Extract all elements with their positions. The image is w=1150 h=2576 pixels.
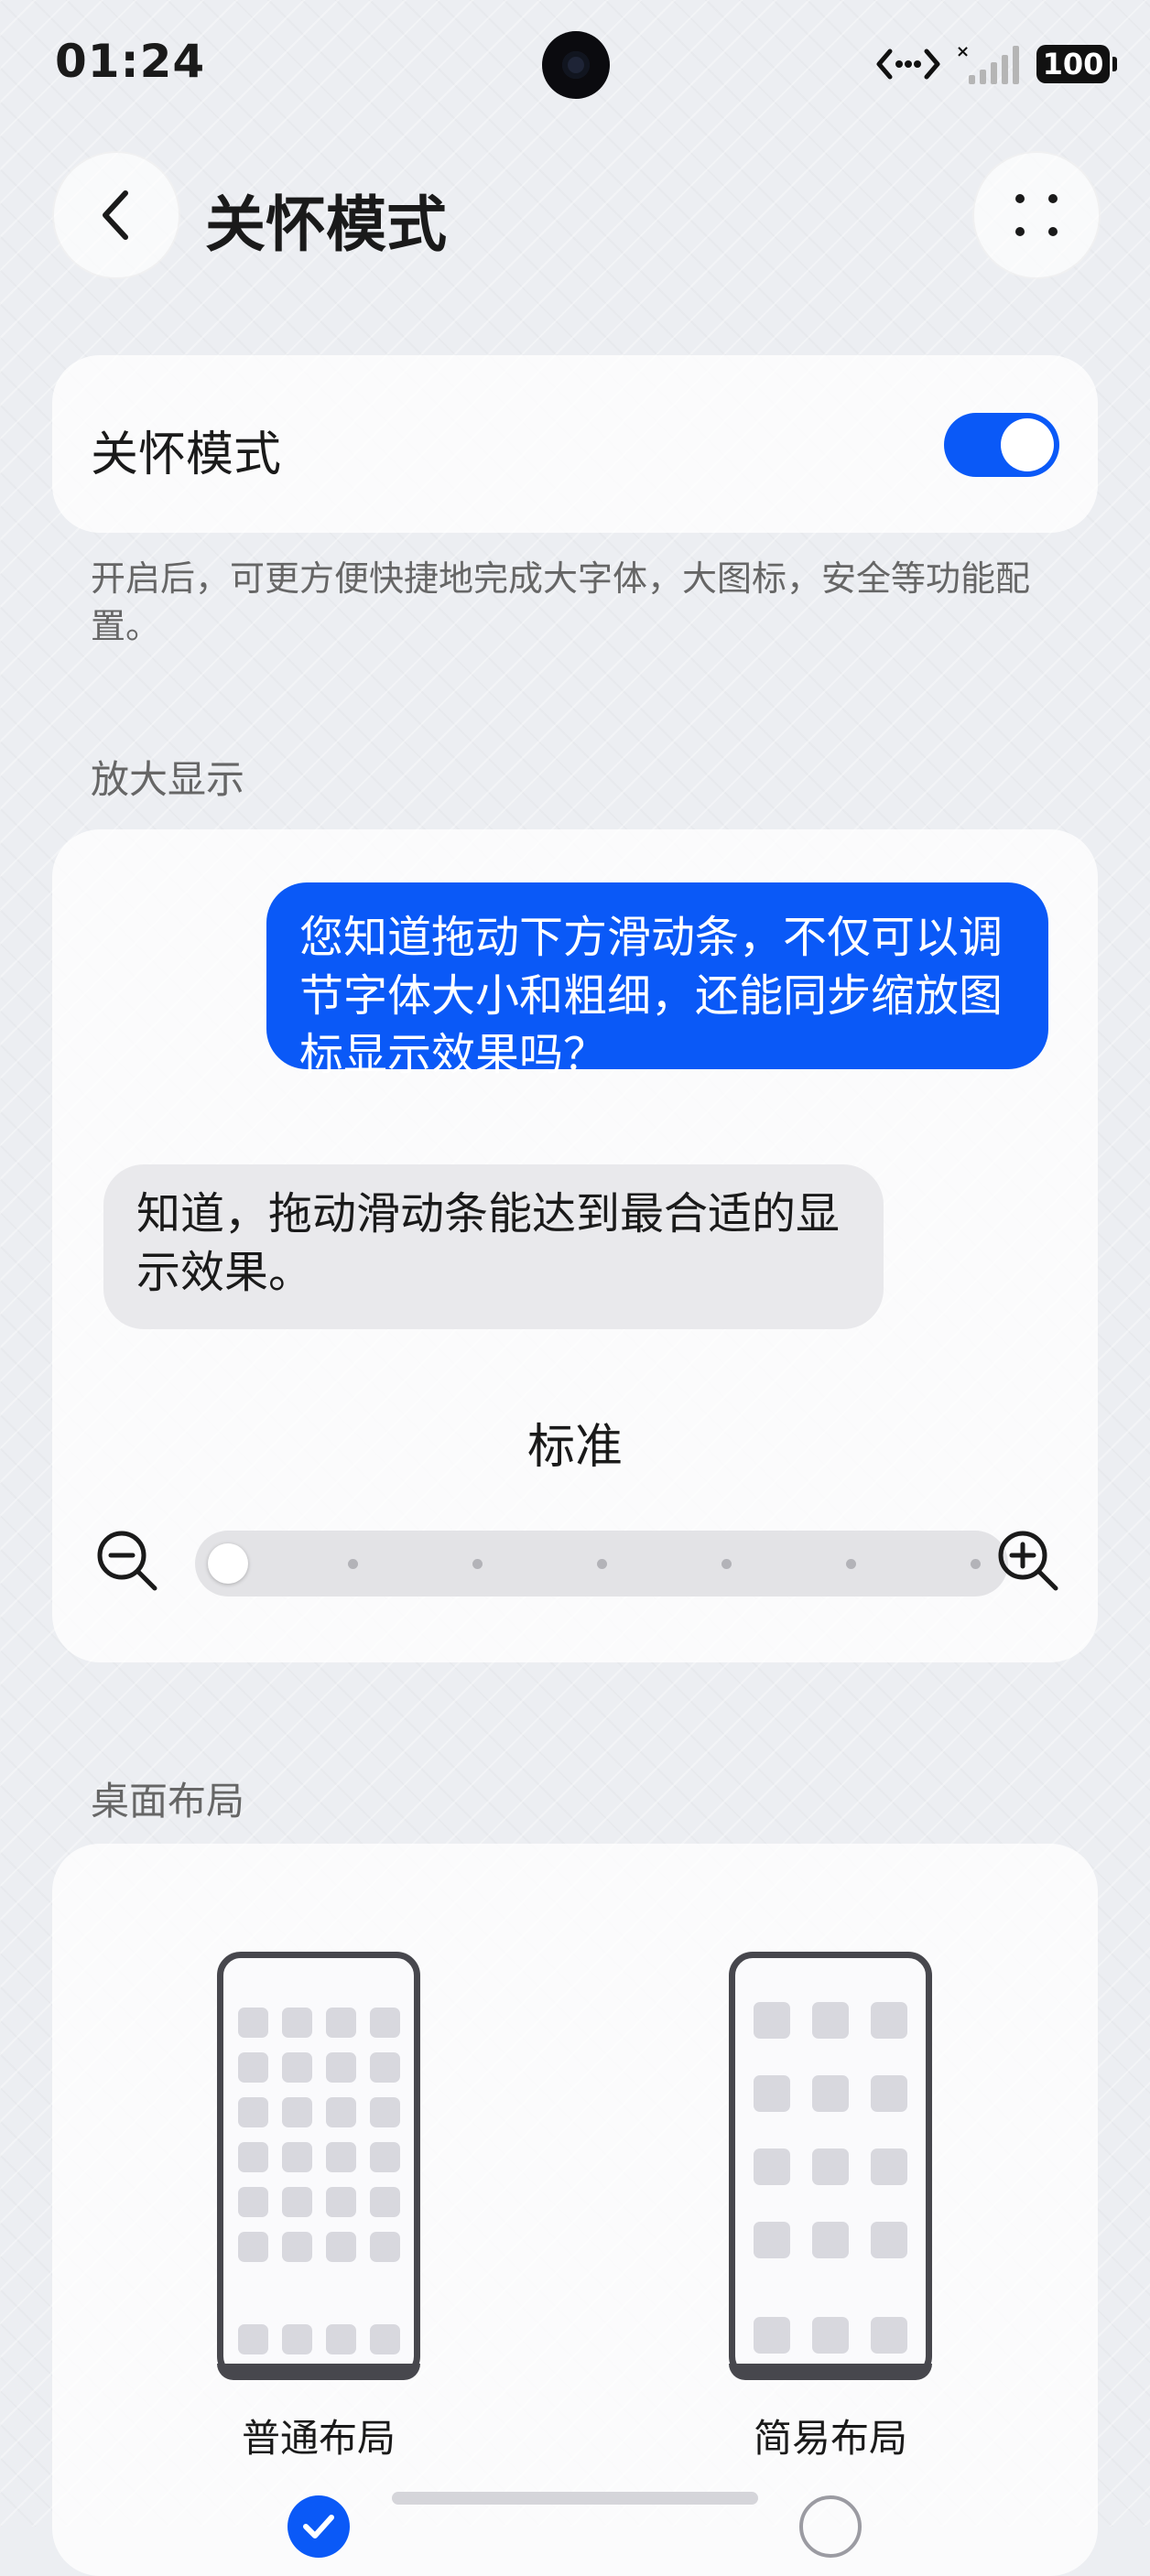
status-icons: × 100: [875, 42, 1117, 86]
more-button[interactable]: [972, 151, 1101, 279]
font-size-slider[interactable]: [195, 1531, 1008, 1596]
checkmark-icon: [303, 2515, 334, 2538]
app-icon-placeholder: [326, 2052, 356, 2083]
app-icon-placeholder: [282, 2187, 312, 2217]
simple-layout-radio[interactable]: [799, 2495, 862, 2558]
slider-tick: [597, 1559, 607, 1569]
app-icon-placeholder: [326, 2097, 356, 2127]
page-title: 关怀模式: [205, 189, 447, 260]
home-indicator[interactable]: [392, 2492, 758, 2505]
simple-layout-preview[interactable]: [729, 1952, 932, 2380]
app-icon-placeholder: [871, 2317, 907, 2354]
app-icon-placeholder: [812, 2002, 849, 2039]
layout-card: [52, 1844, 1098, 2576]
battery-icon: 100: [1036, 45, 1117, 83]
app-icon-placeholder: [370, 2232, 400, 2262]
care-mode-description: 开启后，可更方便快捷地完成大字体，大图标，安全等功能配置。: [91, 558, 1031, 646]
slider-thumb[interactable]: [208, 1543, 248, 1584]
care-mode-switch[interactable]: [944, 413, 1059, 477]
app-icon-placeholder: [326, 2232, 356, 2262]
care-mode-card[interactable]: 关怀模式: [52, 355, 1098, 533]
app-icon-placeholder: [812, 2075, 849, 2112]
zoom-out-icon[interactable]: [94, 1528, 162, 1596]
zoom-preview-card: 您知道拖动下方滑动条，不仅可以调节字体大小和粗细，还能同步缩放图标显示效果吗？ …: [52, 829, 1098, 1662]
signal-icon: ×: [956, 42, 1019, 84]
app-icon-placeholder: [282, 2008, 312, 2038]
app-icon-placeholder: [370, 2052, 400, 2083]
app-icon-placeholder: [238, 2187, 268, 2217]
slider-tick: [721, 1559, 732, 1569]
app-icon-placeholder: [370, 2097, 400, 2127]
slider-tick: [472, 1559, 483, 1569]
app-icon-placeholder: [238, 2052, 268, 2083]
app-icon-placeholder: [282, 2142, 312, 2172]
front-camera: [542, 31, 610, 99]
app-icon-placeholder: [871, 2075, 907, 2112]
layout-section-title: 桌面布局: [91, 1779, 245, 1824]
app-icon-placeholder: [326, 2187, 356, 2217]
app-icon-placeholder: [282, 2097, 312, 2127]
app-icon-placeholder: [282, 2324, 312, 2354]
data-transfer-icon: [876, 49, 940, 80]
app-icon-placeholder: [754, 2148, 790, 2185]
app-icon-placeholder: [238, 2142, 268, 2172]
zoom-in-icon[interactable]: [995, 1528, 1063, 1596]
slider-tick: [846, 1559, 856, 1569]
app-icon-placeholder: [326, 2142, 356, 2172]
slider-tick: [971, 1559, 981, 1569]
received-message-bubble: 知道，拖动滑动条能达到最合适的显示效果。: [103, 1164, 884, 1329]
font-size-label: 标准: [526, 1420, 623, 1475]
app-icon-placeholder: [238, 2097, 268, 2127]
status-time: 01:24: [55, 35, 206, 88]
normal-layout-preview[interactable]: [217, 1952, 420, 2380]
app-icon-placeholder: [370, 2324, 400, 2354]
status-bar: 01:24 × 100: [0, 0, 1150, 128]
app-icon-placeholder: [370, 2142, 400, 2172]
chevron-left-icon: [103, 190, 128, 240]
app-icon-placeholder: [754, 2002, 790, 2039]
app-icon-placeholder: [754, 2222, 790, 2258]
app-icon-placeholder: [370, 2008, 400, 2038]
sent-message-bubble: 您知道拖动下方滑动条，不仅可以调节字体大小和粗细，还能同步缩放图标显示效果吗？: [266, 882, 1048, 1080]
care-mode-label: 关怀模式: [91, 428, 282, 482]
slider-tick: [348, 1559, 358, 1569]
app-icon-placeholder: [282, 2232, 312, 2262]
app-icon-placeholder: [871, 2222, 907, 2258]
normal-layout-radio[interactable]: [288, 2495, 350, 2558]
app-icon-placeholder: [812, 2222, 849, 2258]
battery-level: 100: [1042, 47, 1104, 81]
app-icon-placeholder: [871, 2002, 907, 2039]
app-icon-placeholder: [754, 2075, 790, 2112]
app-icon-placeholder: [238, 2324, 268, 2354]
app-icon-placeholder: [326, 2324, 356, 2354]
app-icon-placeholder: [812, 2317, 849, 2354]
svg-text:×: ×: [956, 42, 970, 61]
simple-layout-label: 简易布局: [753, 2416, 907, 2461]
switch-knob: [1001, 418, 1054, 471]
normal-layout-label: 普通布局: [241, 2416, 396, 2461]
app-icon-placeholder: [282, 2052, 312, 2083]
app-icon-placeholder: [812, 2148, 849, 2185]
back-button[interactable]: [52, 151, 180, 279]
app-icon-placeholder: [238, 2232, 268, 2262]
app-icon-placeholder: [326, 2008, 356, 2038]
app-icon-placeholder: [370, 2187, 400, 2217]
app-icon-placeholder: [871, 2148, 907, 2185]
zoom-section-title: 放大显示: [91, 757, 245, 802]
more-dots-icon: [1015, 194, 1058, 236]
app-icon-placeholder: [238, 2008, 268, 2038]
app-icon-placeholder: [754, 2317, 790, 2354]
